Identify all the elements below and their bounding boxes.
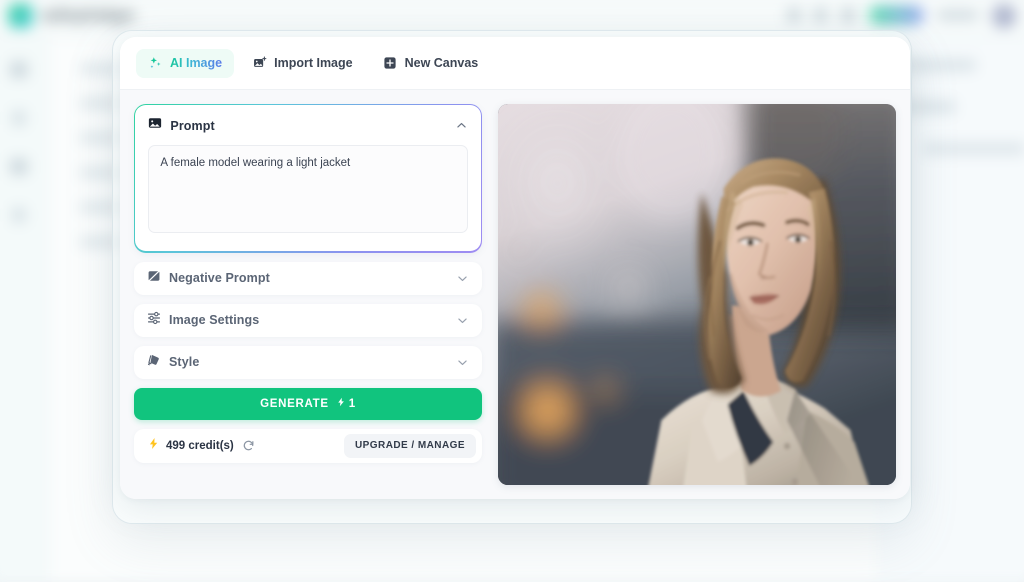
tab-new-canvas-label: New Canvas <box>404 56 479 70</box>
preview-illustration <box>498 104 896 485</box>
sidebar-item-layers <box>10 158 28 175</box>
ai-image-modal: AI Image Import Image New Canvas Prompt … <box>120 37 910 499</box>
bolt-icon <box>147 437 160 455</box>
upgrade-pill-button <box>869 5 925 25</box>
generate-button-label: GENERATE <box>260 397 329 410</box>
controls-column: Prompt A female model wearing a light ja… <box>134 104 482 485</box>
sidebar-item-bookmark <box>12 110 26 126</box>
tab-ai-image[interactable]: AI Image <box>136 48 235 78</box>
background-sidebar <box>0 37 49 582</box>
tab-new-canvas[interactable]: New Canvas <box>371 49 491 78</box>
credits-value: 499 credit(s) <box>166 439 234 452</box>
app-logo-icon <box>8 2 33 28</box>
generate-cost-value: 1 <box>348 397 356 410</box>
sparkles-icon <box>148 56 163 71</box>
prompt-panel: Prompt <box>134 104 482 253</box>
section-image-settings-label: Image Settings <box>169 313 260 328</box>
prompt-panel-title: Prompt <box>170 118 215 133</box>
help-icon <box>840 7 856 23</box>
tab-import-image[interactable]: Import Image <box>240 49 365 78</box>
section-image-settings[interactable]: Image Settings <box>134 303 482 337</box>
import-image-icon <box>252 56 267 71</box>
account-label <box>937 10 979 20</box>
section-negative-prompt-label: Negative Prompt <box>169 271 270 286</box>
image-icon <box>148 116 162 135</box>
chevron-down-icon[interactable] <box>456 314 469 327</box>
sliders-icon <box>147 311 161 330</box>
chevron-up-icon[interactable] <box>455 119 468 132</box>
app-logo-text: adeptalgo <box>41 3 136 26</box>
undo-icon <box>787 8 801 22</box>
new-canvas-icon <box>383 56 398 71</box>
prompt-input[interactable] <box>148 145 468 234</box>
chevron-down-icon[interactable] <box>456 356 469 369</box>
prompt-panel-header[interactable]: Prompt <box>148 116 467 135</box>
bolt-icon <box>336 397 346 410</box>
modal-tabbar: AI Image Import Image New Canvas <box>120 37 910 90</box>
credits-bar: 499 credit(s) UPGRADE / MANAGE <box>134 428 482 463</box>
chevron-down-icon[interactable] <box>456 272 469 285</box>
generated-image-preview[interactable] <box>498 104 896 485</box>
sidebar-item-grid <box>10 61 28 78</box>
section-negative-prompt[interactable]: Negative Prompt <box>134 261 482 295</box>
tab-import-image-label: Import Image <box>274 56 353 70</box>
section-style-label: Style <box>169 355 200 370</box>
palette-icon <box>147 353 161 372</box>
section-style[interactable]: Style <box>134 345 482 379</box>
modal-body: Prompt A female model wearing a light ja… <box>120 90 910 499</box>
user-avatar <box>991 2 1016 28</box>
upgrade-manage-button[interactable]: UPGRADE / MANAGE <box>344 433 476 458</box>
image-slash-icon <box>147 269 161 288</box>
refresh-icon[interactable] <box>242 439 255 452</box>
redo-icon <box>813 8 828 22</box>
sidebar-item-pen <box>12 207 26 223</box>
tab-ai-image-label: AI Image <box>170 56 223 70</box>
generate-button[interactable]: GENERATE 1 <box>134 387 482 420</box>
